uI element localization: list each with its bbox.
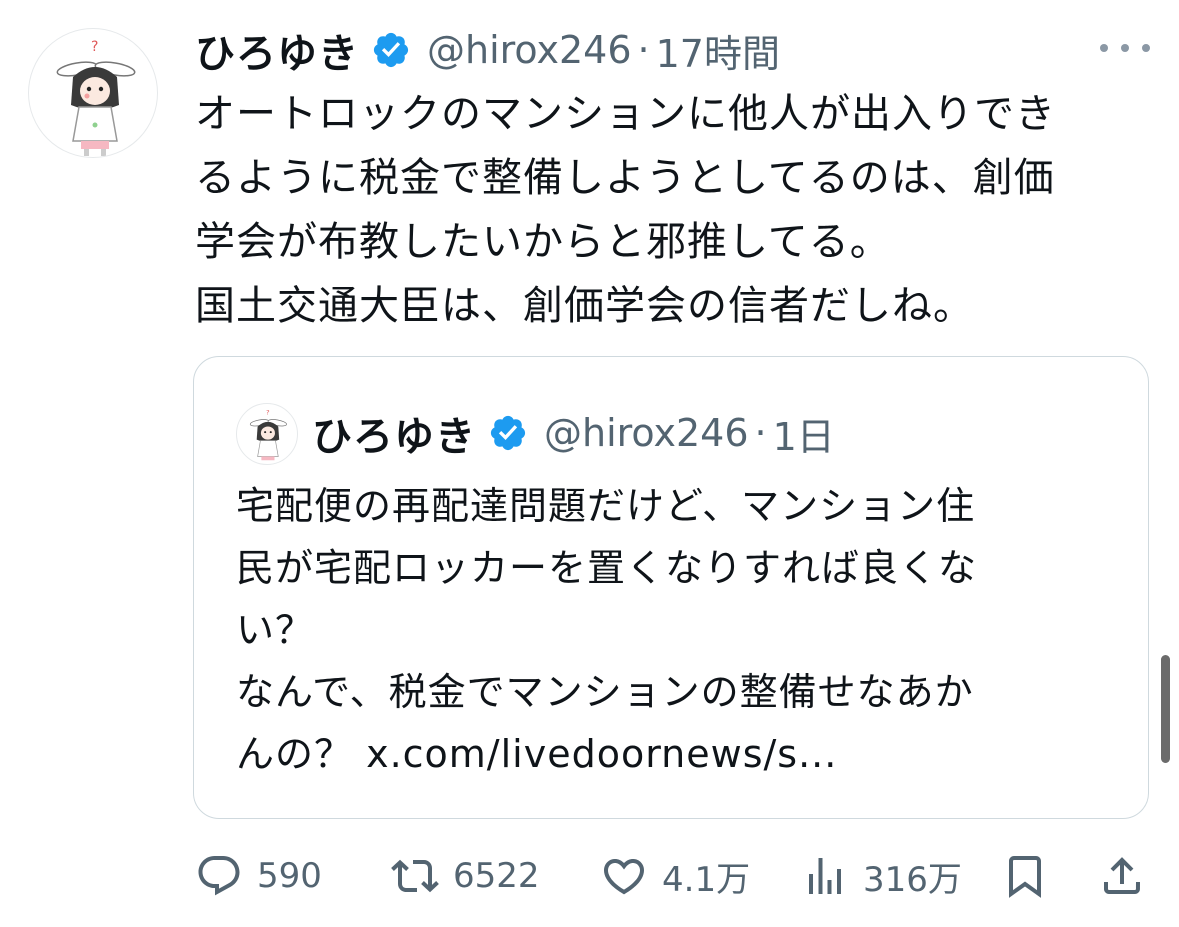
separator-dot: ·: [754, 411, 767, 455]
more-dot: [1100, 44, 1108, 52]
quoted-text-line: なんで、税金でマンションの整備せなあか: [236, 670, 974, 714]
like-count: 4.1万: [662, 859, 751, 900]
quoted-tweet-card[interactable]: ? ひろゆき @hirox246 · 1日 宅配便の再配達問題だけど、マンション…: [193, 356, 1149, 819]
tweet-text-line: るように税金で整備しようとしてるのは、創価: [195, 155, 1055, 201]
more-dot: [1142, 44, 1150, 52]
views-icon: [809, 858, 841, 894]
quoted-avatar-illustration: ?: [249, 408, 287, 461]
more-dot: [1121, 44, 1129, 52]
tweet-timestamp[interactable]: 17時間: [656, 23, 780, 78]
tweet-text: オートロックのマンションに他人が出入りでき るように税金で整備しようとしてるのは…: [195, 82, 1160, 338]
separator-dot: ·: [637, 28, 650, 72]
views-button[interactable]: 316万: [801, 846, 962, 906]
like-icon: [603, 859, 645, 895]
share-icon: [1104, 857, 1140, 894]
reply-icon: [198, 856, 240, 896]
reply-button[interactable]: 590: [195, 846, 322, 906]
quoted-author-name[interactable]: ひろゆき: [312, 404, 476, 462]
bookmark-icon: [1009, 856, 1041, 898]
bookmark-button[interactable]: [1001, 846, 1049, 906]
avatar-illustration: ?: [56, 39, 136, 156]
retweet-icon: [391, 859, 439, 893]
quoted-avatar[interactable]: ?: [236, 403, 298, 465]
quoted-header: ひろゆき @hirox246 · 1日: [312, 403, 835, 463]
quoted-text-line: んの？ x.com/livedoornews/s...: [236, 732, 838, 776]
quoted-text-line: い？: [236, 608, 315, 652]
author-name[interactable]: ひろゆき: [195, 21, 359, 79]
tweet-text-line: 学会が布教したいからと邪推してる。: [195, 219, 891, 265]
quoted-text-line: 宅配便の再配達問題だけど、マンション住: [236, 484, 976, 528]
action-bar: 590 6522 4.1万 316万: [195, 846, 1150, 906]
more-options-icon[interactable]: [1100, 36, 1150, 60]
retweet-button[interactable]: 6522: [391, 846, 540, 906]
verified-badge-icon[interactable]: [488, 413, 528, 453]
quoted-text: 宅配便の再配達問題だけど、マンション住 民が宅配ロッカーを置くなりすれば良くな …: [236, 475, 1116, 785]
share-button[interactable]: [1098, 846, 1146, 906]
quoted-text-line: 民が宅配ロッカーを置くなりすれば良くな: [236, 546, 978, 590]
reply-count: 590: [257, 856, 322, 896]
verified-badge-icon[interactable]: [371, 30, 411, 70]
scrollbar[interactable]: [1161, 655, 1170, 763]
author-handle[interactable]: @hirox246: [427, 28, 632, 72]
tweet-header: ひろゆき @hirox246 · 17時間: [195, 22, 780, 78]
like-button[interactable]: 4.1万: [600, 846, 750, 906]
retweet-count: 6522: [453, 856, 540, 896]
svg-text:?: ?: [91, 39, 98, 55]
tweet-text-line: 国土交通大臣は、創価学会の信者だしね。: [195, 283, 974, 329]
avatar[interactable]: ?: [28, 28, 158, 158]
tweet-text-line: オートロックのマンションに他人が出入りでき: [195, 91, 1056, 137]
quoted-timestamp[interactable]: 1日: [773, 406, 835, 461]
tweet-view: ? ひろゆき @hirox246 · 17時間 オートロックのマンションに他人が…: [0, 0, 1179, 927]
quoted-author-handle[interactable]: @hirox246: [544, 411, 749, 455]
svg-text:?: ?: [266, 408, 270, 416]
views-count: 316万: [863, 859, 962, 900]
